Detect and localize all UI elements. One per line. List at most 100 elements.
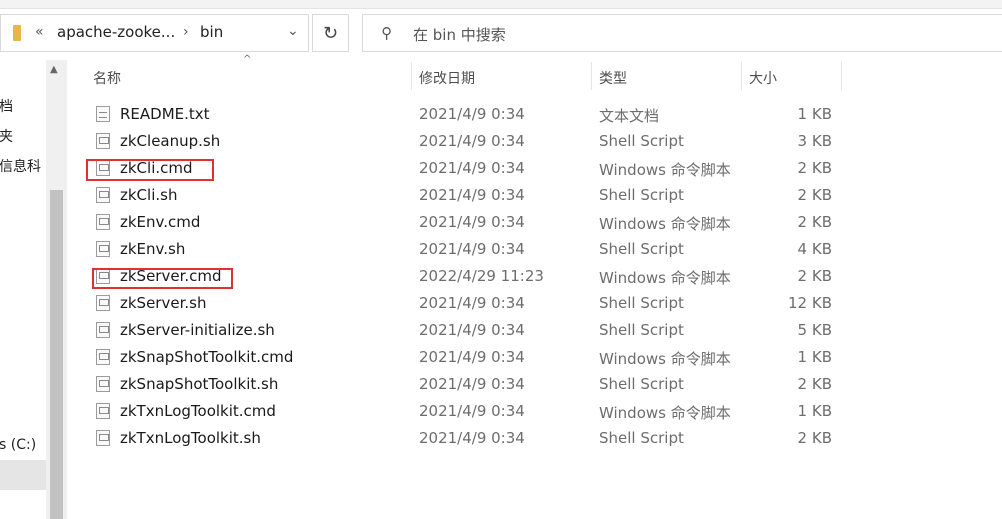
- text-file-icon: [96, 106, 110, 122]
- file-name: zkSnapShotToolkit.cmd: [120, 348, 294, 366]
- file-type: Shell Script: [599, 132, 684, 150]
- file-name: zkEnv.cmd: [120, 213, 201, 231]
- highlight-box-zkcli-cmd: [86, 159, 214, 181]
- file-type: Shell Script: [599, 294, 684, 312]
- search-icon: ⚲: [381, 24, 392, 42]
- file-date: 2021/4/9 0:34: [419, 213, 525, 231]
- highlight-box-zkserver-cmd: [92, 268, 233, 289]
- file-size: 5 KB: [797, 321, 832, 339]
- file-date: 2021/4/9 0:34: [419, 240, 525, 258]
- nav-item-selected-drive[interactable]: [0, 460, 46, 490]
- column-divider[interactable]: [841, 62, 842, 90]
- table-row[interactable]: zkSnapShotToolkit.cmd 2021/4/9 0:34 Wind…: [67, 344, 1002, 371]
- file-name: zkSnapShotToolkit.sh: [120, 375, 279, 393]
- file-date: 2021/4/9 0:34: [419, 105, 525, 123]
- file-size: 1 KB: [797, 348, 832, 366]
- column-header-date[interactable]: 修改日期: [419, 68, 475, 88]
- nav-item-drive-c[interactable]: s (C:): [0, 437, 36, 453]
- table-row[interactable]: zkSnapShotToolkit.sh 2021/4/9 0:34 Shell…: [67, 371, 1002, 398]
- file-name: README.txt: [120, 105, 210, 123]
- sort-ascending-icon: ^: [243, 54, 252, 65]
- refresh-icon: ↻: [322, 22, 339, 44]
- file-type: Windows 命令脚本: [599, 350, 731, 368]
- search-box[interactable]: ⚲ 在 bin 中搜索: [362, 14, 1002, 52]
- file-type: Shell Script: [599, 321, 684, 339]
- file-type: 文本文档: [599, 107, 660, 125]
- script-file-icon: [96, 430, 110, 446]
- file-type: Windows 命令脚本: [599, 404, 731, 422]
- file-size: 1 KB: [797, 105, 832, 123]
- file-name: zkCleanup.sh: [120, 132, 221, 150]
- file-type: Shell Script: [599, 186, 684, 204]
- file-name: zkTxnLogToolkit.sh: [120, 429, 261, 447]
- table-row[interactable]: zkServer-initialize.sh 2021/4/9 0:34 She…: [67, 317, 1002, 344]
- table-row[interactable]: zkEnv.cmd 2021/4/9 0:34 Windows 命令脚本 2 K…: [67, 209, 1002, 236]
- table-row[interactable]: zkEnv.sh 2021/4/9 0:34 Shell Script 4 KB: [67, 236, 1002, 263]
- file-size: 2 KB: [797, 186, 832, 204]
- chevron-down-icon[interactable]: ⌄: [287, 23, 299, 39]
- file-date: 2021/4/9 0:34: [419, 375, 525, 393]
- scroll-up-icon[interactable]: ▲: [50, 64, 58, 75]
- column-divider[interactable]: [411, 62, 412, 90]
- search-input[interactable]: 在 bin 中搜索: [413, 24, 506, 45]
- script-file-icon: [96, 349, 110, 365]
- file-date: 2021/4/9 0:34: [419, 429, 525, 447]
- nav-item-info[interactable]: 信息科: [0, 156, 41, 176]
- script-file-icon: [96, 322, 110, 338]
- top-toolbar-strip: [0, 0, 1002, 9]
- nav-item-folder[interactable]: 夹: [0, 126, 13, 146]
- breadcrumb-bin[interactable]: bin: [200, 23, 223, 41]
- file-size: 1 KB: [797, 402, 832, 420]
- navigation-pane: 档 夹 信息科 s (C:): [0, 60, 46, 519]
- file-type: Windows 命令脚本: [599, 215, 731, 233]
- breadcrumb-apache-zookeeper[interactable]: apache-zooke...: [57, 23, 175, 41]
- script-file-icon: [96, 403, 110, 419]
- file-date: 2021/4/9 0:34: [419, 132, 525, 150]
- refresh-button[interactable]: ↻: [312, 14, 349, 52]
- column-header-name[interactable]: 名称: [93, 68, 121, 88]
- table-row[interactable]: zkTxnLogToolkit.sh 2021/4/9 0:34 Shell S…: [67, 425, 1002, 452]
- table-row[interactable]: zkCleanup.sh 2021/4/9 0:34 Shell Script …: [67, 128, 1002, 155]
- file-size: 12 KB: [788, 294, 832, 312]
- column-header-type[interactable]: 类型: [599, 68, 627, 88]
- column-header-row: ^ 名称 修改日期 类型 大小: [67, 54, 1002, 92]
- script-file-icon: [96, 214, 110, 230]
- breadcrumb-separator-icon[interactable]: ›: [183, 24, 189, 40]
- file-name: zkTxnLogToolkit.cmd: [120, 402, 276, 420]
- table-row[interactable]: zkCli.sh 2021/4/9 0:34 Shell Script 2 KB: [67, 182, 1002, 209]
- script-file-icon: [96, 133, 110, 149]
- file-date: 2021/4/9 0:34: [419, 402, 525, 420]
- file-name: zkServer-initialize.sh: [120, 321, 275, 339]
- file-date: 2021/4/9 0:34: [419, 159, 525, 177]
- file-size: 2 KB: [797, 429, 832, 447]
- column-divider[interactable]: [741, 62, 742, 90]
- scrollbar-thumb[interactable]: [50, 190, 63, 519]
- file-type: Windows 命令脚本: [599, 269, 731, 287]
- address-bar[interactable]: « apache-zooke... › bin ⌄: [0, 14, 309, 52]
- table-row[interactable]: README.txt 2021/4/9 0:34 文本文档 1 KB: [67, 101, 1002, 128]
- script-file-icon: [96, 241, 110, 257]
- script-file-icon: [96, 376, 110, 392]
- table-row[interactable]: zkServer.sh 2021/4/9 0:34 Shell Script 1…: [67, 290, 1002, 317]
- collapse-chevron-icon[interactable]: «: [35, 24, 44, 40]
- script-file-icon: [96, 295, 110, 311]
- file-name: zkCli.sh: [120, 186, 178, 204]
- folder-icon: [13, 25, 21, 41]
- script-file-icon: [96, 187, 110, 203]
- file-date: 2021/4/9 0:34: [419, 186, 525, 204]
- column-divider[interactable]: [591, 62, 592, 90]
- file-size: 2 KB: [797, 267, 832, 285]
- file-date: 2021/4/9 0:34: [419, 321, 525, 339]
- file-size: 3 KB: [797, 132, 832, 150]
- nav-scrollbar[interactable]: ▲: [46, 60, 67, 519]
- file-type: Windows 命令脚本: [599, 161, 731, 179]
- file-size: 2 KB: [797, 375, 832, 393]
- file-date: 2021/4/9 0:34: [419, 348, 525, 366]
- file-date: 2022/4/29 11:23: [419, 267, 544, 285]
- column-header-size[interactable]: 大小: [749, 68, 777, 88]
- nav-item-documents[interactable]: 档: [0, 96, 13, 116]
- file-name: zkServer.sh: [120, 294, 207, 312]
- file-type: Shell Script: [599, 240, 684, 258]
- file-size: 4 KB: [797, 240, 832, 258]
- table-row[interactable]: zkTxnLogToolkit.cmd 2021/4/9 0:34 Window…: [67, 398, 1002, 425]
